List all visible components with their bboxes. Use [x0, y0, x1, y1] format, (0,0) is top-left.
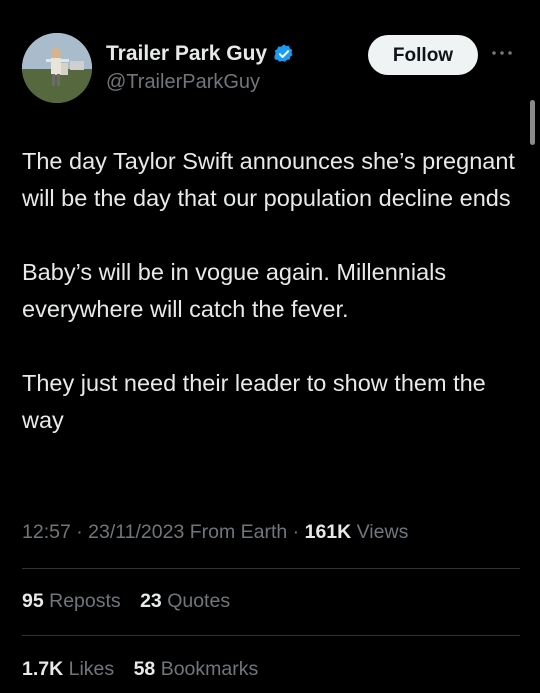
user-handle[interactable]: @TrailerParkGuy: [106, 69, 295, 95]
tweet-source: From Earth: [189, 521, 288, 543]
divider: [22, 635, 520, 636]
bookmarks-label: Bookmarks: [155, 658, 259, 680]
views-label: Views: [351, 521, 409, 543]
verified-badge-icon: [273, 43, 295, 65]
likes-stat[interactable]: 1.7K Likes: [22, 658, 114, 680]
tweet-header: Trailer Park Guy @TrailerParkGuy Follow: [22, 33, 522, 105]
tweet-text: The day Taylor Swift announces she’s pre…: [22, 143, 522, 439]
views-count: 161K: [304, 521, 352, 543]
bookmarks-stat[interactable]: 58 Bookmarks: [134, 658, 259, 680]
tweet-paragraph: Baby’s will be in vogue again. Millennia…: [22, 259, 447, 322]
tweet-paragraph: The day Taylor Swift announces she’s pre…: [22, 148, 515, 211]
tweet-meta: 12:57 · 23/11/2023 From Earth · 161K Vie…: [22, 521, 408, 544]
avatar[interactable]: [22, 33, 92, 103]
likes-count: 1.7K: [22, 658, 64, 680]
tweet-time[interactable]: 12:57: [22, 521, 71, 543]
tweet-paragraph: They just need their leader to show them…: [22, 370, 486, 433]
reposts-label: Reposts: [43, 590, 121, 612]
engagement-stats-row: 95 Reposts 23 Quotes: [22, 590, 244, 613]
bookmarks-count: 58: [133, 658, 156, 680]
author-info: Trailer Park Guy @TrailerParkGuy: [106, 41, 295, 95]
likes-label: Likes: [63, 658, 115, 680]
quotes-count: 23: [140, 590, 162, 612]
meta-separator: ·: [70, 521, 89, 543]
display-name[interactable]: Trailer Park Guy: [106, 41, 267, 67]
follow-button[interactable]: Follow: [368, 35, 478, 75]
quotes-stat[interactable]: 23 Quotes: [140, 590, 230, 612]
scrollbar[interactable]: [530, 100, 535, 145]
meta-separator: ·: [287, 521, 305, 543]
quotes-label: Quotes: [161, 590, 231, 612]
reposts-count: 95: [22, 590, 44, 612]
name-row: Trailer Park Guy: [106, 41, 295, 67]
divider: [22, 568, 520, 569]
tweet-date[interactable]: 23/11/2023: [88, 521, 184, 543]
reposts-stat[interactable]: 95 Reposts: [22, 590, 121, 612]
more-horizontal-icon[interactable]: [490, 43, 514, 63]
engagement-stats-row: 1.7K Likes 58 Bookmarks: [22, 658, 272, 681]
